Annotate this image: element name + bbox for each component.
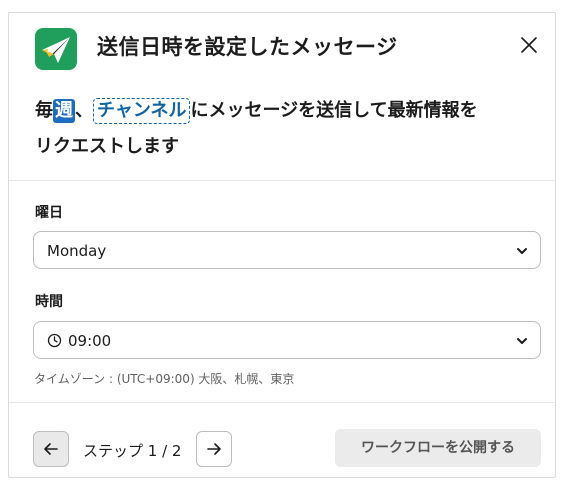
time-select-value: 09:00 (68, 332, 112, 350)
workflow-app-icon (35, 28, 77, 70)
next-button[interactable] (196, 431, 232, 467)
divider (9, 402, 555, 403)
close-button[interactable] (515, 31, 543, 59)
arrow-left-icon (44, 443, 58, 455)
clock-icon (47, 333, 62, 348)
chevron-down-icon (517, 338, 527, 344)
publish-workflow-button[interactable]: ワークフローを公開する (335, 429, 541, 467)
channel-variable-chip[interactable]: チャンネル (93, 98, 191, 124)
arrow-right-icon (207, 443, 221, 455)
divider (9, 180, 555, 181)
step-description: 毎週、チャンネル にメッセージを送信して最新情報を リクエストします (35, 93, 535, 165)
variable-chip[interactable]: 週 (53, 99, 75, 123)
description-text-line1: にメッセージを送信して最新情報を (190, 100, 478, 121)
close-icon (521, 37, 537, 53)
modal-title: 送信日時を設定したメッセージ (97, 35, 398, 59)
modal-header: 送信日時を設定したメッセージ (9, 13, 555, 77)
time-label: 時間 (35, 294, 63, 310)
day-select-value: Monday (47, 242, 107, 260)
description-text-line2: リクエストします (35, 136, 179, 157)
description-separator: 、 (75, 100, 93, 121)
step-indicator: ステップ 1 / 2 (83, 442, 182, 460)
day-label: 曜日 (35, 205, 63, 221)
time-select[interactable]: 09:00 (33, 321, 541, 359)
timezone-hint: タイムゾーン : (UTC+09:00) 大阪、札幌、東京 (34, 372, 295, 386)
workflow-step-modal: 送信日時を設定したメッセージ 毎週、チャンネル にメッセージを送信して最新情報を … (8, 12, 556, 478)
chevron-down-icon (517, 248, 527, 254)
back-button[interactable] (33, 431, 69, 467)
description-prefix: 毎 (35, 100, 53, 121)
day-select[interactable]: Monday (33, 231, 541, 269)
